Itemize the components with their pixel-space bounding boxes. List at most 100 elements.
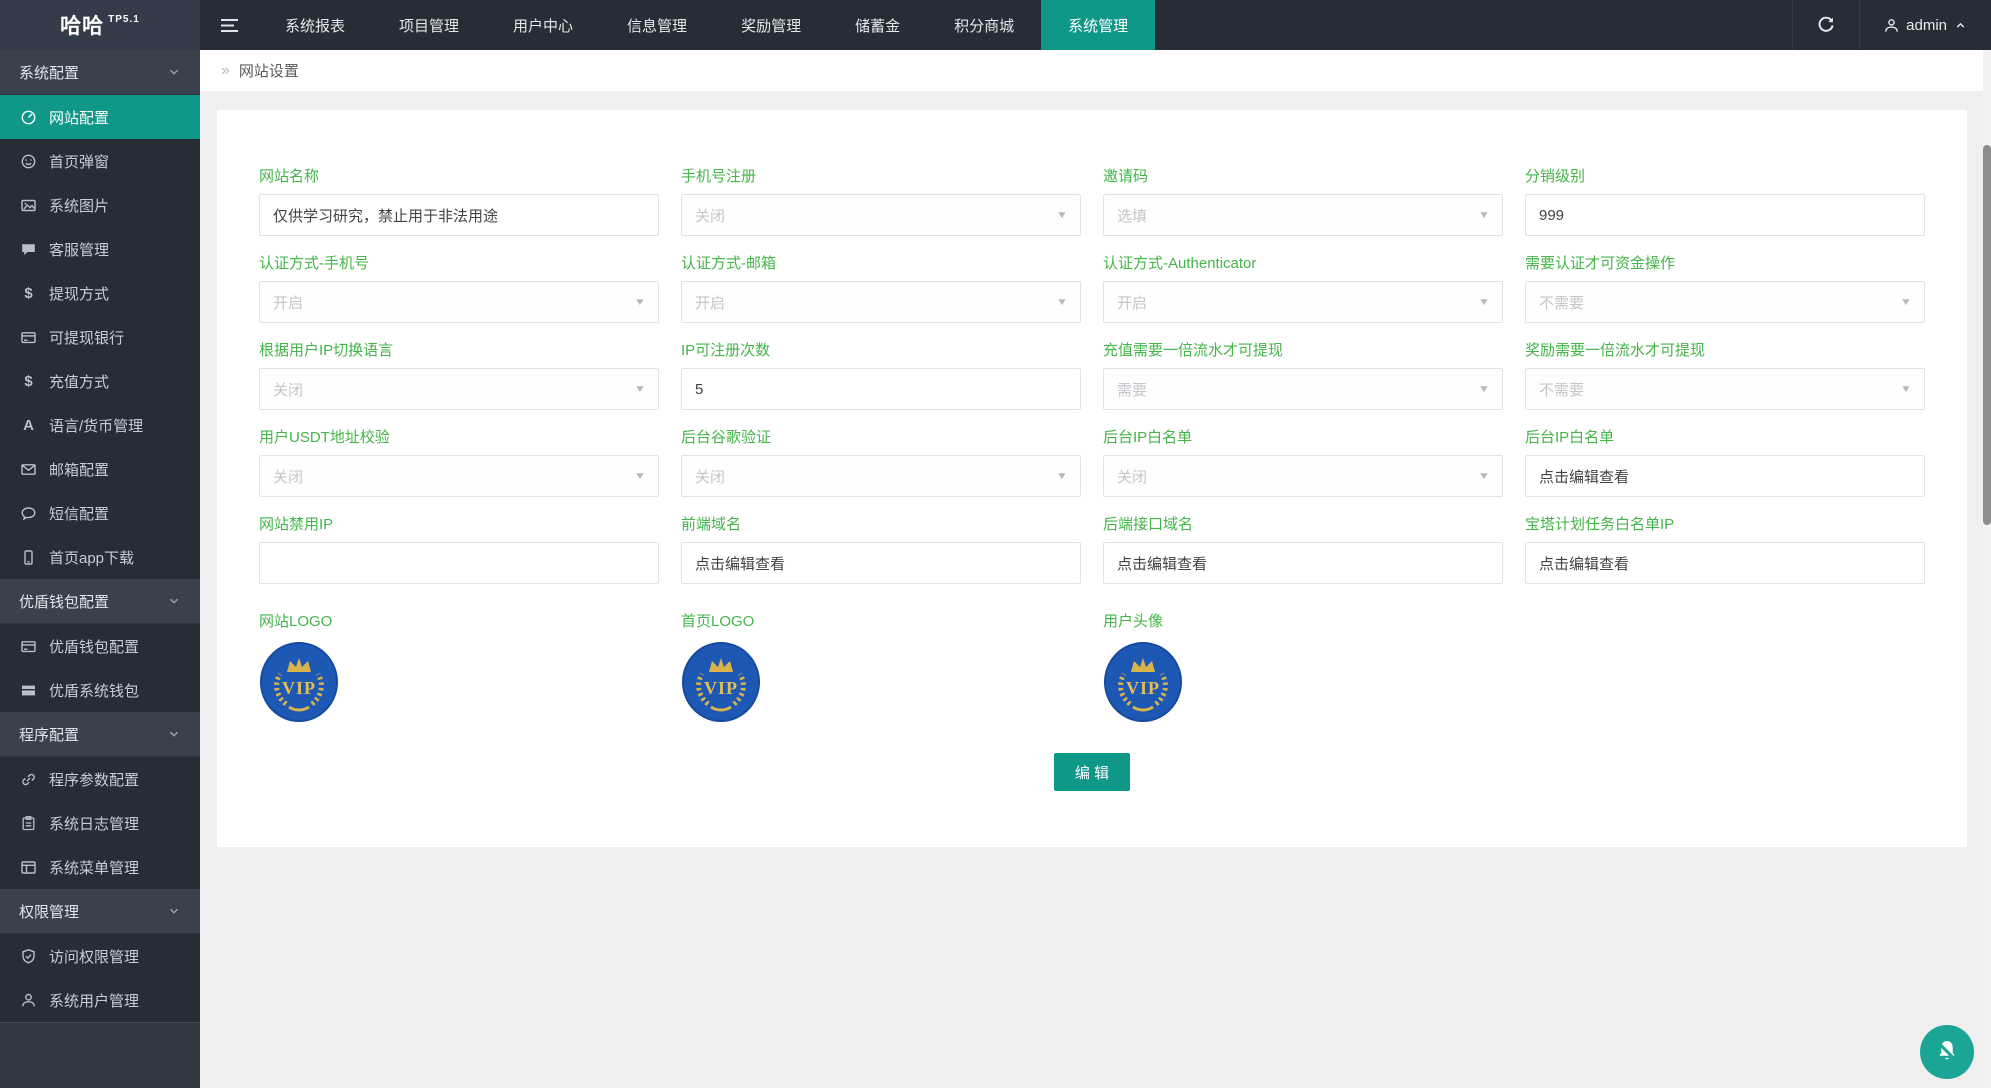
nav-tab-points-mall[interactable]: 积分商城 <box>927 0 1041 50</box>
app-logo: 哈哈TP5.1 <box>0 0 200 50</box>
dropdown-caret-icon: ▼ <box>1900 297 1912 308</box>
field-label: 用户USDT地址校验 <box>259 426 659 447</box>
link-icon <box>19 771 38 788</box>
sidebar-item-language-currency[interactable]: A 语言/货币管理 <box>0 403 200 447</box>
field-label: 用户头像 <box>1103 610 1503 631</box>
card-filled-icon <box>19 682 38 699</box>
form-field: 用户头像 VIP <box>1103 610 1503 723</box>
sidebar-item-label: 系统用户管理 <box>49 990 139 1011</box>
sidebar-item-app-download[interactable]: 首页app下载 <box>0 535 200 579</box>
home-logo-image[interactable]: VIP <box>681 641 1081 723</box>
page-scrollbar-track <box>1983 50 1991 1088</box>
require-auth-for-funds-select[interactable]: 不需要 ▼ <box>1525 281 1925 323</box>
form-field: 后台谷歌验证 关闭 ▼ <box>681 426 1081 497</box>
reward-turnover-select[interactable]: 不需要 ▼ <box>1525 368 1925 410</box>
sidebar-item-system-logs[interactable]: 系统日志管理 <box>0 801 200 845</box>
sidebar-item-system-users[interactable]: 系统用户管理 <box>0 978 200 1022</box>
sidebar-item-wallet-config[interactable]: 优盾钱包配置 <box>0 624 200 668</box>
form-field: 根据用户IP切换语言 关闭 ▼ <box>259 339 659 410</box>
window-icon <box>19 859 38 876</box>
admin-ip-whitelist-select[interactable]: 关闭 ▼ <box>1103 455 1503 497</box>
usdt-address-check-select[interactable]: 关闭 ▼ <box>259 455 659 497</box>
sidebar-item-label: 提现方式 <box>49 283 109 304</box>
field-label: 认证方式-Authenticator <box>1103 252 1503 273</box>
sidebar-group-wallet-config[interactable]: 优盾钱包配置 <box>0 579 200 624</box>
admin-ip-whitelist-input[interactable] <box>1525 455 1925 497</box>
form-field: 用户USDT地址校验 关闭 ▼ <box>259 426 659 497</box>
recharge-turnover-select[interactable]: 需要 ▼ <box>1103 368 1503 410</box>
sidebar-item-customer-service[interactable]: 客服管理 <box>0 227 200 271</box>
dropdown-caret-icon: ▼ <box>1056 471 1068 482</box>
dropdown-caret-icon: ▼ <box>1478 297 1490 308</box>
sidebar-item-access-permissions[interactable]: 访问权限管理 <box>0 934 200 978</box>
nav-tab-user-center[interactable]: 用户中心 <box>486 0 600 50</box>
auth-authenticator-select[interactable]: 开启 ▼ <box>1103 281 1503 323</box>
notification-toggle-button[interactable] <box>1920 1025 1974 1079</box>
admin-google-verify-select[interactable]: 关闭 ▼ <box>681 455 1081 497</box>
sidebar-group-label: 程序配置 <box>19 724 79 745</box>
sidebar-toggle-button[interactable] <box>200 0 258 50</box>
nav-tab-system-reports[interactable]: 系统报表 <box>258 0 372 50</box>
nav-tab-savings[interactable]: 储蓄金 <box>828 0 927 50</box>
sidebar-item-system-images[interactable]: 系统图片 <box>0 183 200 227</box>
hamburger-icon <box>220 18 239 33</box>
auth-phone-select[interactable]: 开启 ▼ <box>259 281 659 323</box>
form-field: 充值需要一倍流水才可提现 需要 ▼ <box>1103 339 1503 410</box>
frontend-domain-input[interactable] <box>681 542 1081 584</box>
field-label: 认证方式-邮箱 <box>681 252 1081 273</box>
settings-form: 网站名称 手机号注册 关闭 ▼ 邀请码 选填 ▼ 分销级别 认证方式-手机号 开… <box>259 165 1925 584</box>
invite-code-select[interactable]: 选填 ▼ <box>1103 194 1503 236</box>
clipboard-icon <box>19 815 38 832</box>
phone-register-select[interactable]: 关闭 ▼ <box>681 194 1081 236</box>
chevron-down-icon <box>167 727 181 741</box>
sidebar-item-sms-config[interactable]: 短信配置 <box>0 491 200 535</box>
site-name-input[interactable] <box>259 194 659 236</box>
select-value: 需要 <box>1117 379 1147 400</box>
backend-api-domain-input[interactable] <box>1103 542 1503 584</box>
form-field: 后台IP白名单 关闭 ▼ <box>1103 426 1503 497</box>
sidebar-group-system-config[interactable]: 系统配置 <box>0 50 200 95</box>
nav-tab-information[interactable]: 信息管理 <box>600 0 714 50</box>
nav-tab-rewards[interactable]: 奖励管理 <box>714 0 828 50</box>
sidebar-item-label: 系统菜单管理 <box>49 857 139 878</box>
sidebar-group-program-config[interactable]: 程序配置 <box>0 712 200 757</box>
sidebar-item-program-params[interactable]: 程序参数配置 <box>0 757 200 801</box>
edit-button[interactable]: 编 辑 <box>1054 753 1130 791</box>
bank-card-icon <box>19 638 38 655</box>
field-label: 根据用户IP切换语言 <box>259 339 659 360</box>
refresh-button[interactable] <box>1792 0 1859 50</box>
page-scrollbar-thumb[interactable] <box>1983 145 1991 525</box>
distribution-level-input[interactable] <box>1525 194 1925 236</box>
sidebar-item-withdraw-banks[interactable]: 可提现银行 <box>0 315 200 359</box>
sidebar-item-email-config[interactable]: 邮箱配置 <box>0 447 200 491</box>
site-logo-image[interactable]: VIP <box>259 641 659 723</box>
user-menu-button[interactable]: admin <box>1859 0 1991 50</box>
sidebar-item-label: 客服管理 <box>49 239 109 260</box>
nav-tab-projects[interactable]: 项目管理 <box>372 0 486 50</box>
field-label: 充值需要一倍流水才可提现 <box>1103 339 1503 360</box>
form-field: 网站LOGO VIP <box>259 610 659 723</box>
ip-register-limit-input[interactable] <box>681 368 1081 410</box>
select-value: 关闭 <box>695 466 725 487</box>
sidebar-item-wallet-system[interactable]: 优盾系统钱包 <box>0 668 200 712</box>
dollar-icon: $ <box>19 373 38 390</box>
sidebar-item-recharge-methods[interactable]: $ 充值方式 <box>0 359 200 403</box>
form-actions: 编 辑 <box>259 753 1925 791</box>
user-avatar-image[interactable]: VIP <box>1103 641 1503 723</box>
select-value: 不需要 <box>1539 292 1584 313</box>
sidebar-item-site-config[interactable]: 网站配置 <box>0 95 200 139</box>
ip-language-switch-select[interactable]: 关闭 ▼ <box>259 368 659 410</box>
auth-email-select[interactable]: 开启 ▼ <box>681 281 1081 323</box>
sidebar-item-system-menus[interactable]: 系统菜单管理 <box>0 845 200 889</box>
language-icon: A <box>19 417 38 434</box>
dollar-icon: $ <box>19 285 38 302</box>
site-banned-ip-input[interactable] <box>259 542 659 584</box>
field-label: 认证方式-手机号 <box>259 252 659 273</box>
bt-task-whitelist-input[interactable] <box>1525 542 1925 584</box>
sidebar-item-label: 首页app下载 <box>49 547 134 568</box>
form-field: 网站禁用IP <box>259 513 659 584</box>
sidebar-item-home-popup[interactable]: 首页弹窗 <box>0 139 200 183</box>
sidebar-item-withdraw-methods[interactable]: $ 提现方式 <box>0 271 200 315</box>
nav-tab-system-admin[interactable]: 系统管理 <box>1041 0 1155 50</box>
sidebar-group-permissions[interactable]: 权限管理 <box>0 889 200 934</box>
